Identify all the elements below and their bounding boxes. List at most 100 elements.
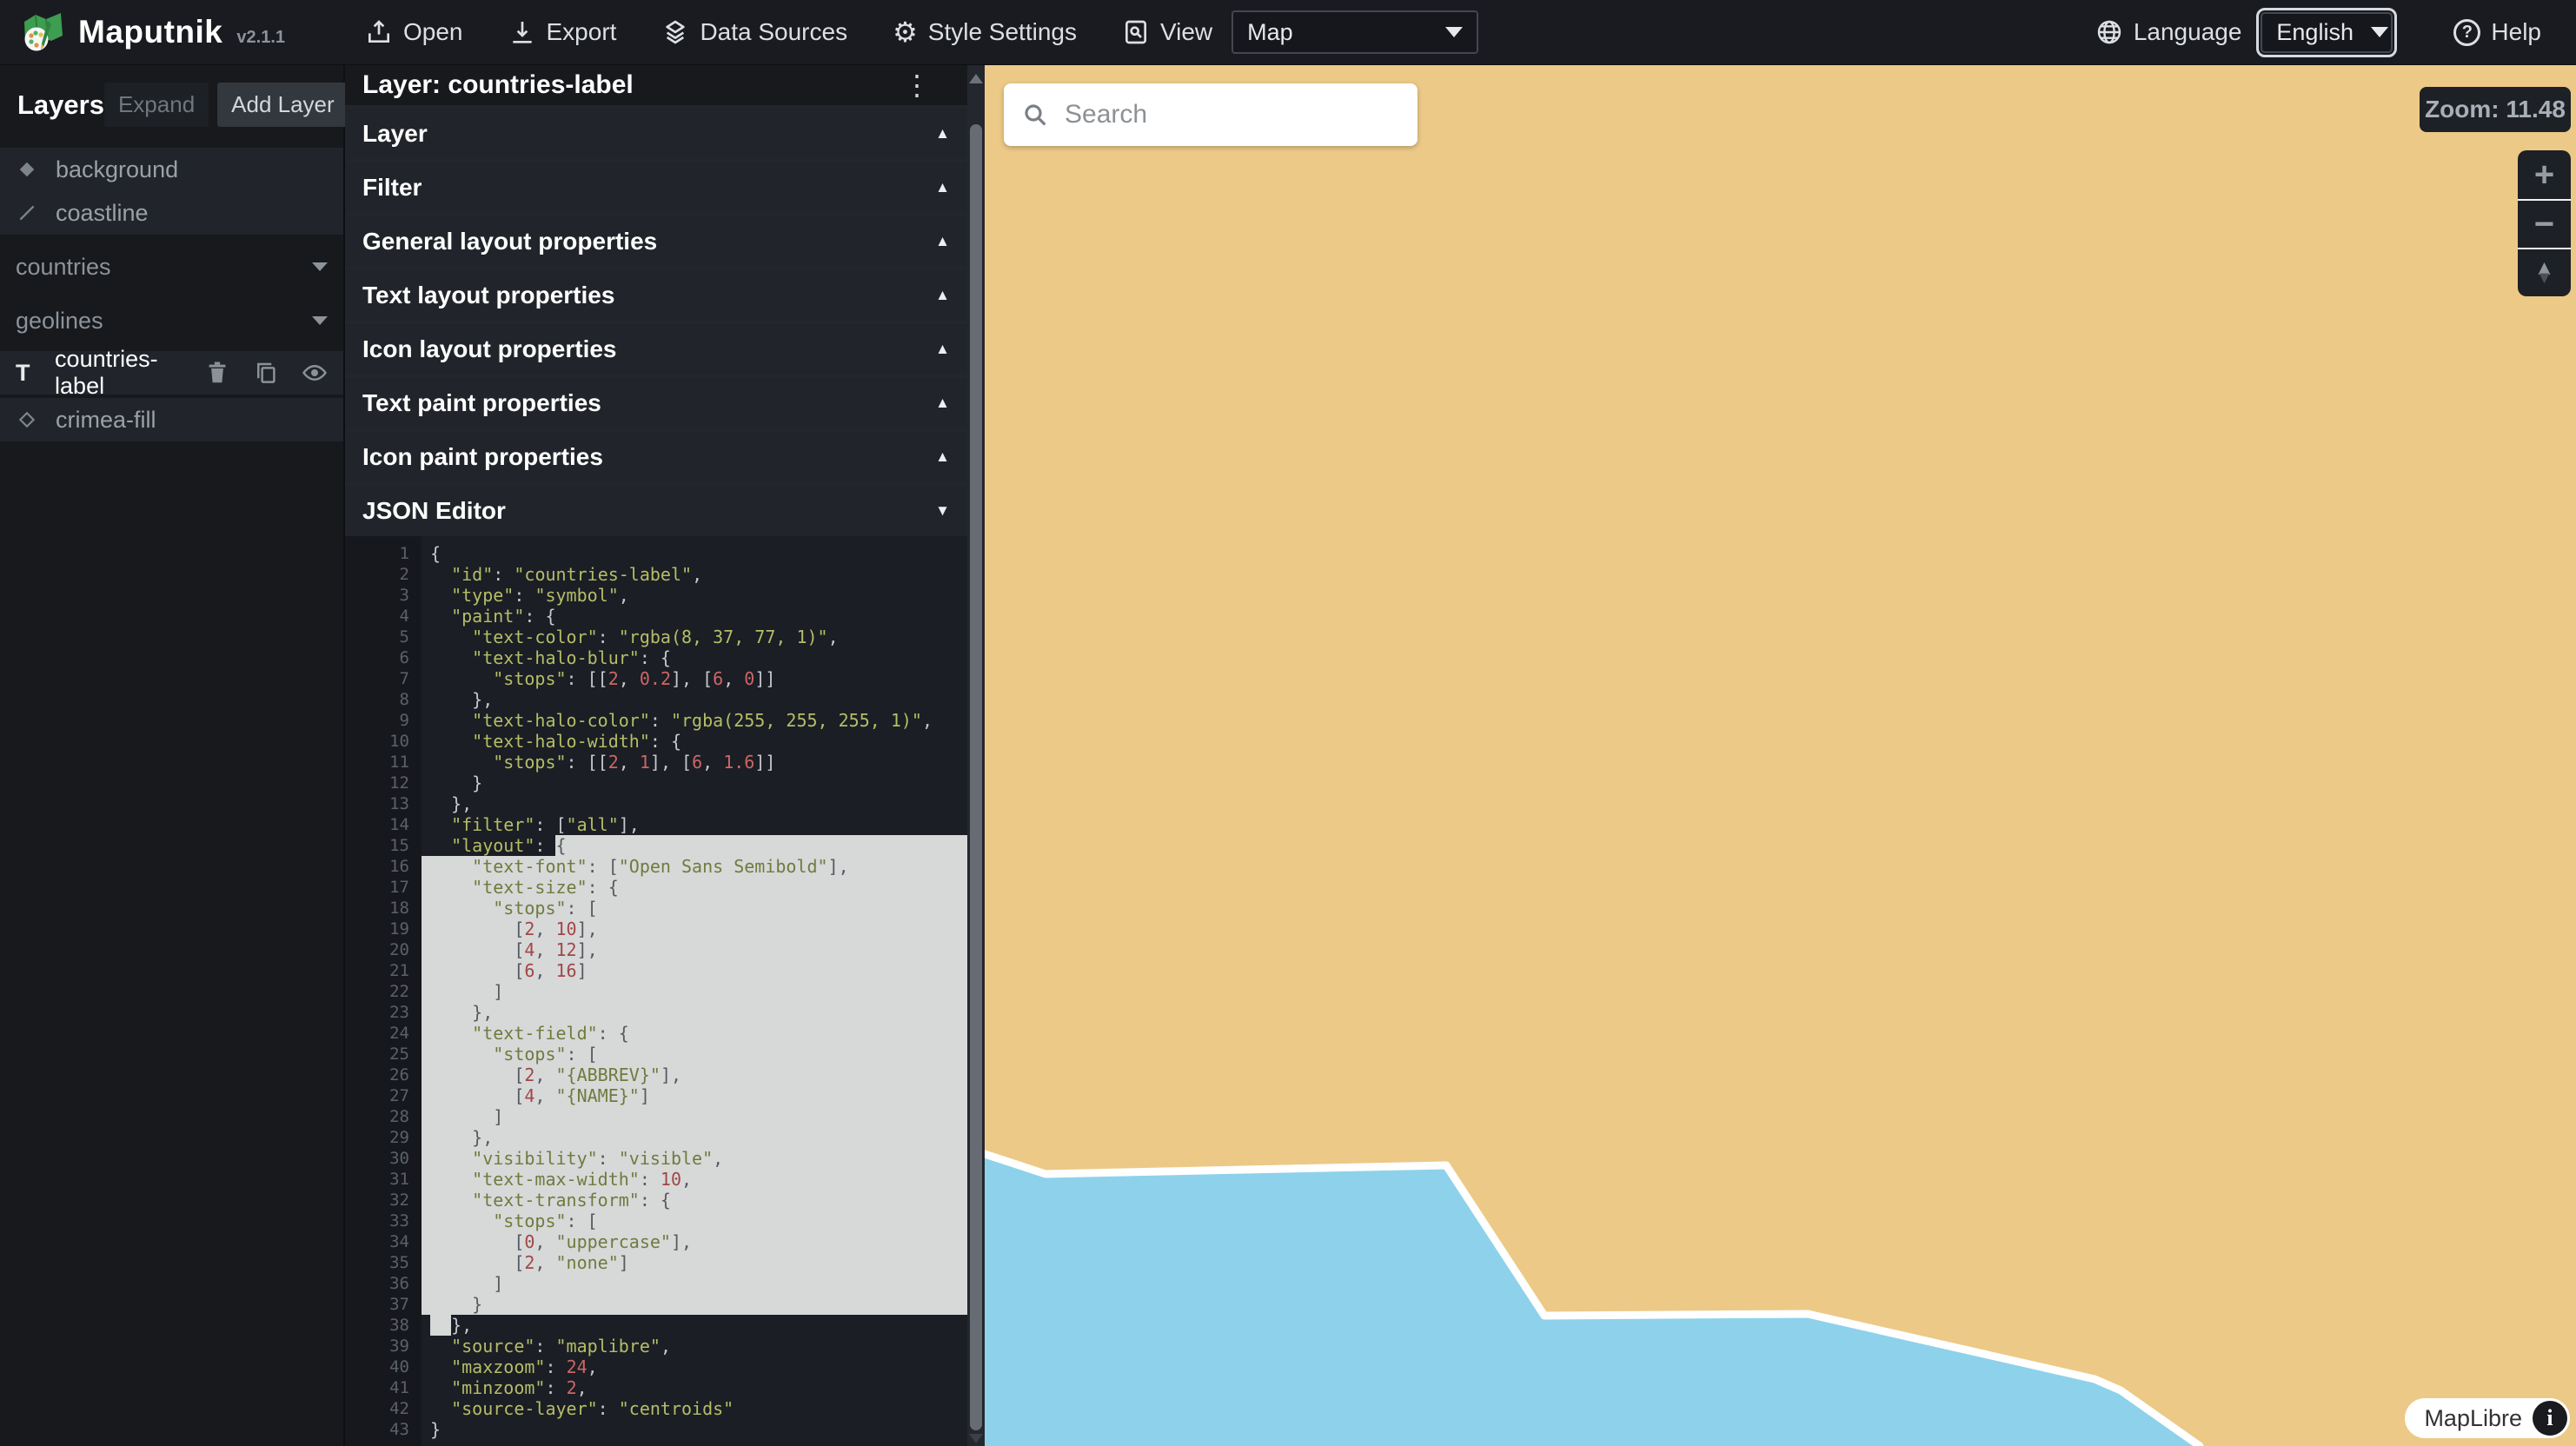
code-line[interactable]: "id": "countries-label", xyxy=(430,564,967,585)
layer-row-background[interactable]: background xyxy=(0,148,343,191)
code-line[interactable]: [2, 10], xyxy=(430,919,967,939)
duplicate-icon[interactable] xyxy=(253,360,279,386)
line-number: 32 xyxy=(345,1190,409,1211)
code-line[interactable]: [4, "{NAME}"] xyxy=(430,1085,967,1106)
scroll-down-arrow-icon[interactable] xyxy=(969,1434,983,1443)
scrollbar-thumb[interactable] xyxy=(970,124,982,1430)
code-line[interactable]: "text-field": { xyxy=(430,1023,967,1044)
maputnik-app: Maputnik v2.1.1 OpenExportData Sources⚙S… xyxy=(0,0,2576,1446)
code-line[interactable]: "stops": [[2, 0.2], [6, 0]] xyxy=(430,668,967,689)
line-number: 4 xyxy=(345,606,409,627)
code-line[interactable]: "type": "symbol", xyxy=(430,585,967,606)
code-line[interactable]: "text-font": ["Open Sans Semibold"], xyxy=(430,856,967,877)
layer-editor-title: Layer: countries-label xyxy=(362,70,634,100)
app-version: v2.1.1 xyxy=(236,28,285,48)
code-line[interactable]: "text-size": { xyxy=(430,877,967,898)
menu-export[interactable]: Export xyxy=(508,18,617,46)
code-line[interactable]: ] xyxy=(430,1106,967,1127)
code-line[interactable]: "filter": ["all"], xyxy=(430,814,967,835)
code-line[interactable]: "layout": { xyxy=(430,835,967,856)
code-line[interactable]: "source-layer": "centroids" xyxy=(430,1398,967,1419)
code-line[interactable]: [2, "none"] xyxy=(430,1252,967,1273)
layer-row-geolines[interactable]: geolines xyxy=(0,299,343,342)
section-text-paint-properties[interactable]: Text paint properties▲ xyxy=(345,375,967,428)
code-line[interactable]: "stops": [ xyxy=(430,1211,967,1231)
line-number: 25 xyxy=(345,1044,409,1065)
zoom-in-button[interactable]: + xyxy=(2518,150,2571,199)
layer-row-countries[interactable]: countries xyxy=(0,245,343,289)
code-line[interactable]: "minzoom": 2, xyxy=(430,1377,967,1398)
expand-button[interactable]: Expand xyxy=(104,83,209,127)
layer-row-crimea-fill[interactable]: crimea-fill xyxy=(0,398,343,441)
code-line[interactable]: "source": "maplibre", xyxy=(430,1336,967,1356)
code-line[interactable]: "text-halo-color": "rgba(255, 255, 255, … xyxy=(430,710,967,731)
line-number: 30 xyxy=(345,1148,409,1169)
section-json-editor[interactable]: JSON Editor▼ xyxy=(345,482,967,536)
code-line[interactable]: }, xyxy=(430,689,967,710)
code-line[interactable]: "paint": { xyxy=(430,606,967,627)
top-bar: Maputnik v2.1.1 OpenExportData Sources⚙S… xyxy=(0,0,2576,65)
section-icon-paint-properties[interactable]: Icon paint properties▲ xyxy=(345,428,967,482)
map-canvas[interactable]: Zoom: 11.48 + − ▲▼ MapLibre i xyxy=(985,65,2576,1446)
zoom-out-button[interactable]: − xyxy=(2518,199,2571,248)
open-icon xyxy=(365,18,393,46)
menu-help[interactable]: ? Help xyxy=(2453,18,2541,46)
info-icon[interactable]: i xyxy=(2533,1401,2567,1436)
code-line[interactable]: } xyxy=(430,773,967,793)
section-layer[interactable]: Layer▲ xyxy=(345,105,967,159)
code-line[interactable]: "stops": [ xyxy=(430,898,967,919)
menu-open[interactable]: Open xyxy=(365,18,463,46)
code-line[interactable]: ] xyxy=(430,981,967,1002)
layer-row-coastline[interactable]: coastline xyxy=(0,191,343,235)
language-select[interactable]: English xyxy=(2261,12,2393,53)
section-filter[interactable]: Filter▲ xyxy=(345,159,967,213)
code-line[interactable]: [2, "{ABBREV}"], xyxy=(430,1065,967,1085)
code-line[interactable]: "visibility": "visible", xyxy=(430,1148,967,1169)
trash-icon[interactable] xyxy=(204,360,230,386)
code-line[interactable]: [0, "uppercase"], xyxy=(430,1231,967,1252)
code-line[interactable]: { xyxy=(430,543,967,564)
chevron-down-icon xyxy=(2371,27,2388,37)
chevron-up-icon: ▲ xyxy=(935,448,950,466)
maputnik-logo-icon xyxy=(19,9,66,56)
code-line[interactable]: "text-halo-blur": { xyxy=(430,647,967,668)
scroll-up-arrow-icon[interactable] xyxy=(969,74,983,83)
code-line[interactable]: "stops": [[2, 1], [6, 1.6]] xyxy=(430,752,967,773)
layer-row-countries-label[interactable]: Tcountries-label xyxy=(0,351,343,395)
code-line[interactable]: }, xyxy=(430,1002,967,1023)
code-line[interactable]: }, xyxy=(430,1127,967,1148)
attribution-link[interactable]: MapLibre xyxy=(2424,1405,2522,1432)
section-general-layout-properties[interactable]: General layout properties▲ xyxy=(345,213,967,267)
panel-scrollbar[interactable] xyxy=(967,65,985,1446)
code-line[interactable]: "stops": [ xyxy=(430,1044,967,1065)
layer-label: countries-label xyxy=(55,346,204,400)
view-mode-select[interactable]: Map xyxy=(1232,10,1478,54)
json-editor[interactable]: 1234567891011121314151617181920212223242… xyxy=(345,536,967,1446)
code-line[interactable]: } xyxy=(430,1294,967,1315)
code-line[interactable]: [6, 16] xyxy=(430,960,967,981)
line-number: 3 xyxy=(345,585,409,606)
code-line[interactable]: "text-color": "rgba(8, 37, 77, 1)", xyxy=(430,627,967,647)
code-line[interactable]: "text-halo-width": { xyxy=(430,731,967,752)
menu-data-sources[interactable]: Data Sources xyxy=(661,18,847,46)
code-line[interactable]: }, xyxy=(430,1315,967,1336)
layers-title: Layers xyxy=(17,90,104,121)
code-line[interactable]: ] xyxy=(430,1273,967,1294)
code-line[interactable]: [4, 12], xyxy=(430,939,967,960)
kebab-menu-icon[interactable]: ⋮ xyxy=(903,73,931,98)
menu-style-settings[interactable]: ⚙Style Settings xyxy=(893,18,1077,46)
slash-icon xyxy=(16,202,56,224)
menu-view[interactable]: View xyxy=(1122,18,1212,46)
code-line[interactable]: "maxzoom": 24, xyxy=(430,1356,967,1377)
code-line[interactable]: } xyxy=(430,1419,967,1440)
section-text-layout-properties[interactable]: Text layout properties▲ xyxy=(345,267,967,321)
compass-button[interactable]: ▲▼ xyxy=(2518,248,2571,296)
add-layer-button[interactable]: Add Layer xyxy=(217,83,349,127)
code-line[interactable]: }, xyxy=(430,793,967,814)
search-input[interactable] xyxy=(1063,99,1400,130)
section-icon-layout-properties[interactable]: Icon layout properties▲ xyxy=(345,321,967,375)
code-line[interactable]: "text-max-width": 10, xyxy=(430,1169,967,1190)
code-line[interactable]: "text-transform": { xyxy=(430,1190,967,1211)
section-label: Layer xyxy=(362,120,428,148)
eye-icon[interactable] xyxy=(302,360,328,386)
